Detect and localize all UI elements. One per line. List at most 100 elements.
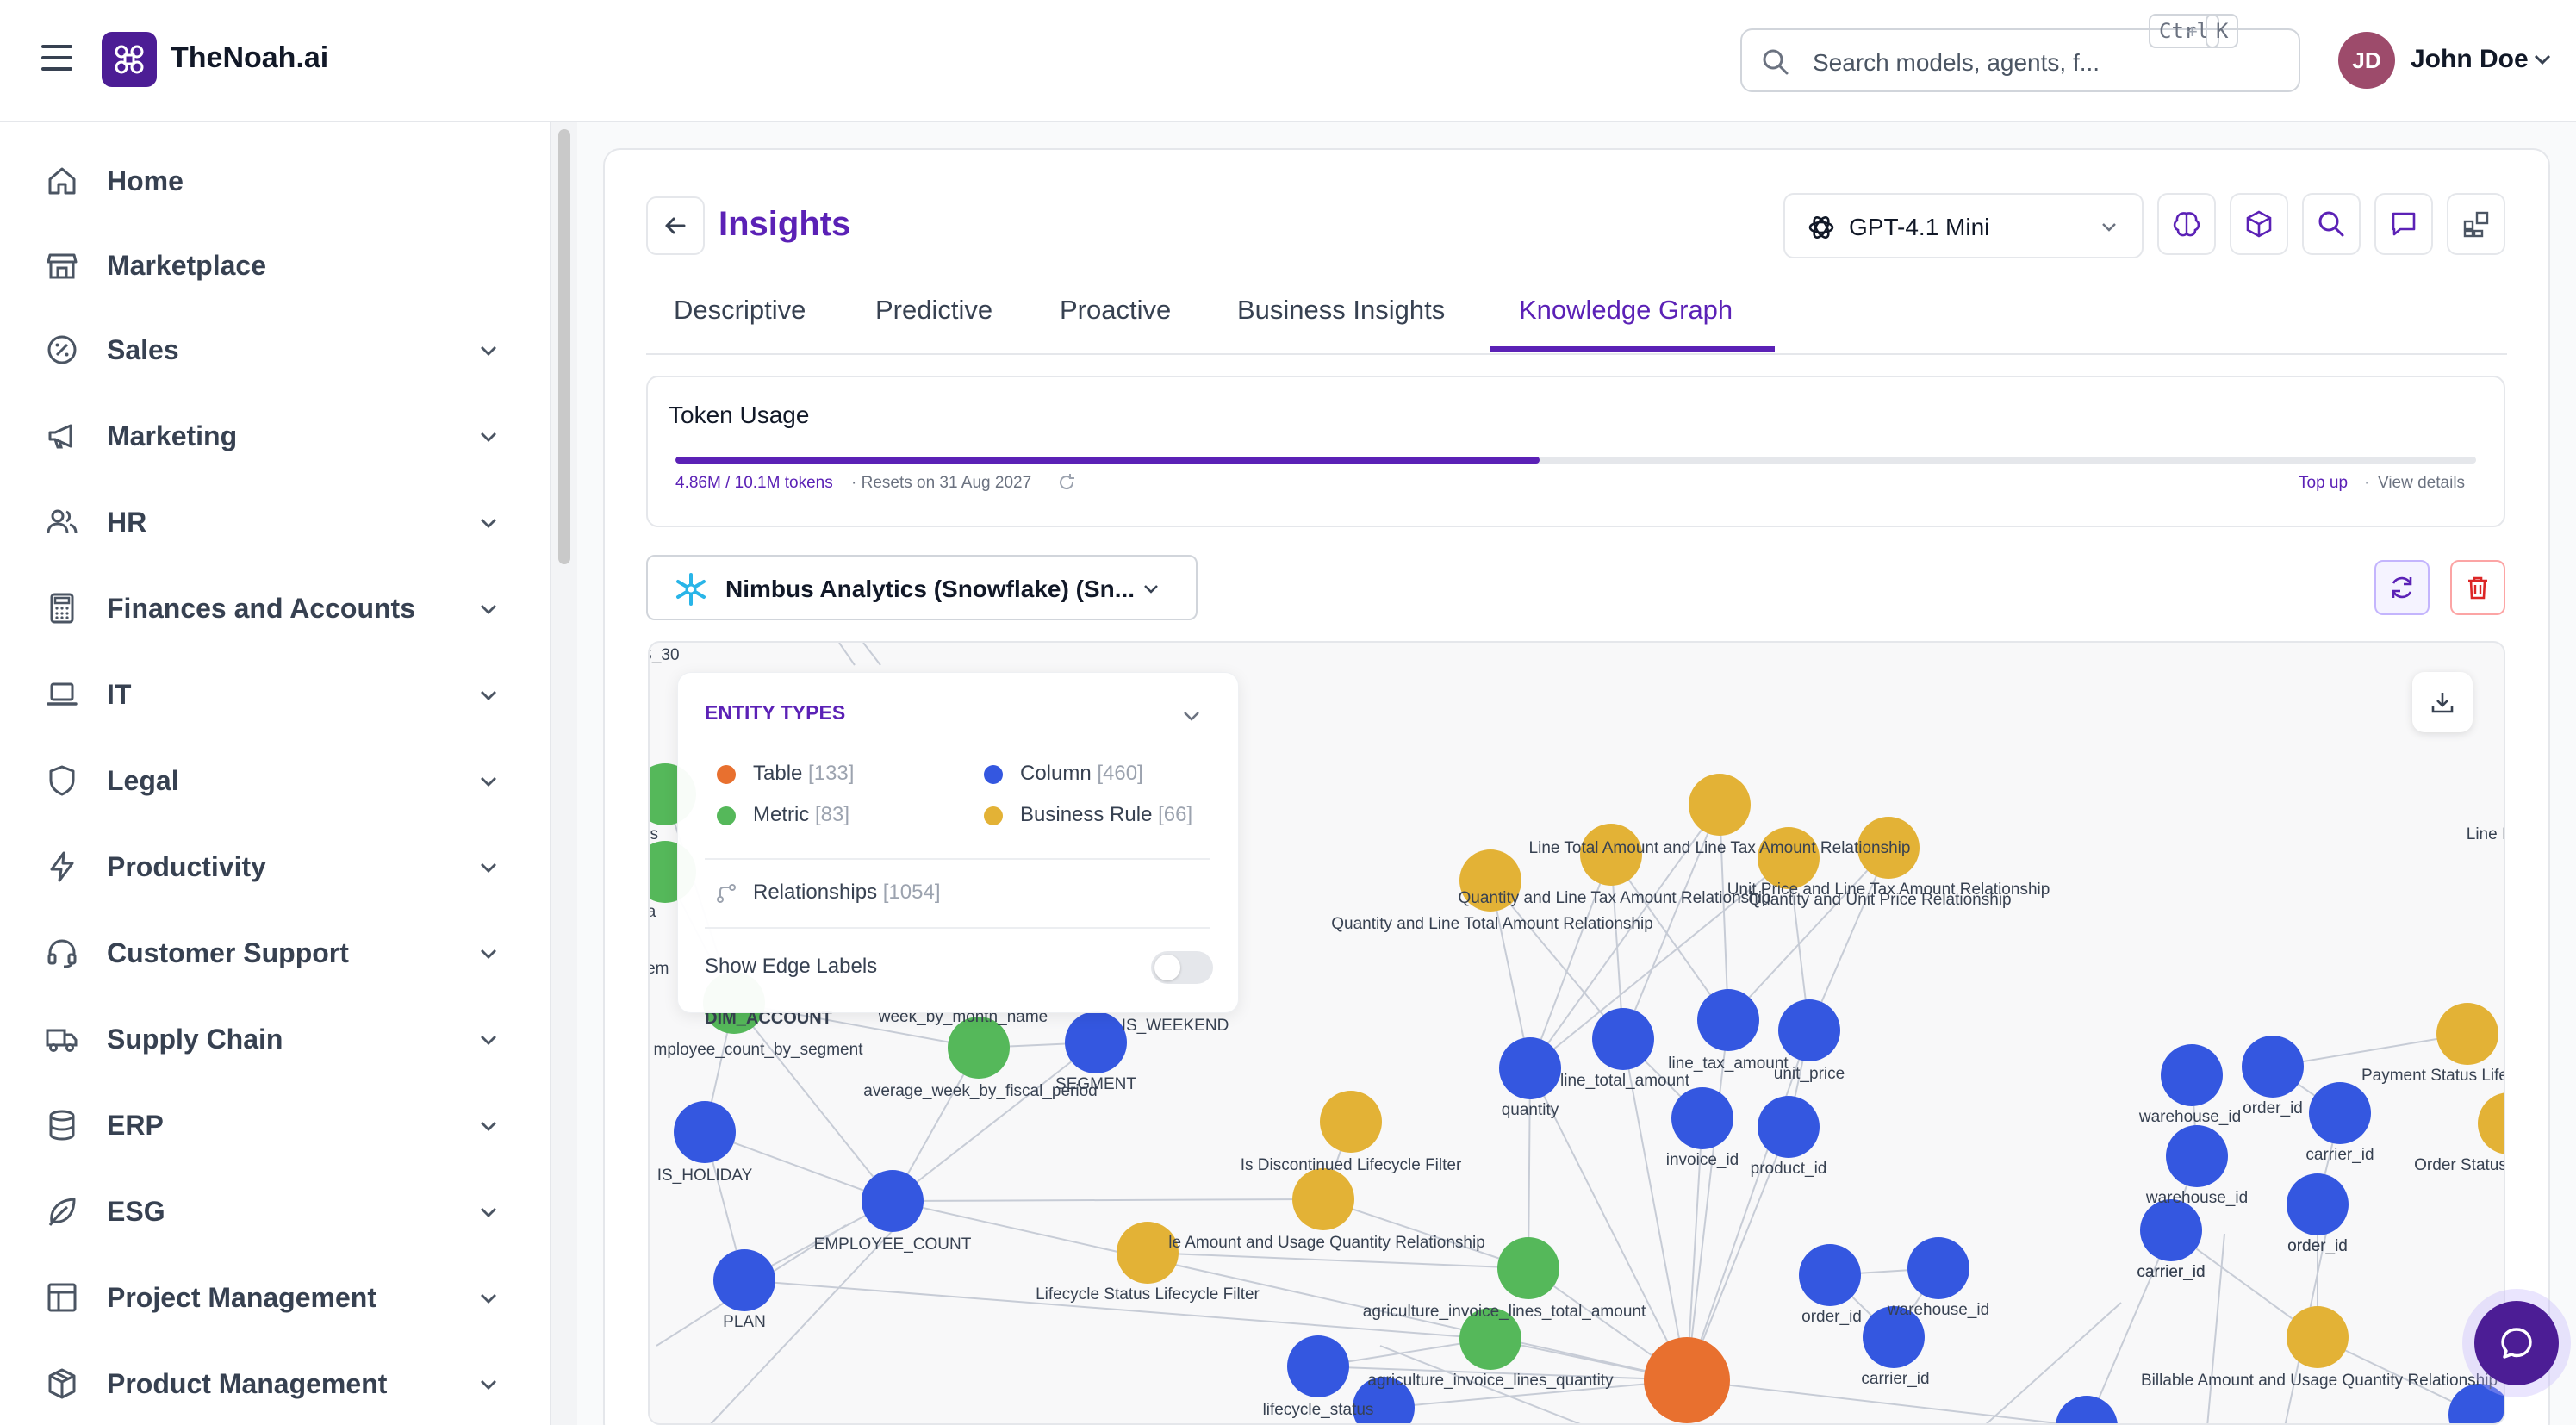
graph-label-ag-total: agriculture_invoice_lines_total_amount [1363,1303,1646,1321]
graph-node[interactable] [1689,774,1751,836]
graph-node[interactable] [2287,1306,2349,1368]
graph-node[interactable] [1592,1008,1654,1070]
tab-knowledge-graph[interactable]: Knowledge Graph [1519,295,1733,326]
chevron-down-icon[interactable] [477,426,500,448]
sidebar-item-productivity[interactable]: Productivity [0,832,551,901]
graph-node[interactable] [1320,1091,1382,1153]
user-name[interactable]: John Doe [2411,45,2529,74]
graph-node[interactable] [1671,1087,1733,1149]
delete-graph-button[interactable] [2450,560,2505,615]
tab-descriptive[interactable]: Descriptive [674,295,806,326]
search-button[interactable] [2302,193,2361,255]
graph-node[interactable] [1065,1011,1127,1073]
back-button[interactable] [646,196,705,255]
graph-node[interactable] [1497,1237,1559,1299]
sidebar-item-supply-chain[interactable]: Supply Chain [0,1005,551,1073]
sidebar-item-esg[interactable]: ESG [0,1177,551,1246]
refresh-graph-button[interactable] [2374,560,2430,615]
chevron-down-icon[interactable] [477,1201,500,1223]
chevron-down-icon [1144,585,1158,594]
chevron-down-icon[interactable] [477,684,500,706]
graph-node[interactable] [2140,1199,2202,1261]
graph-node[interactable] [1292,1168,1354,1230]
chat-bubble-icon [2501,1328,2532,1359]
graph-node[interactable] [2056,1396,2118,1425]
sidebar-item-product-management[interactable]: Product Management [0,1349,551,1418]
menu-icon[interactable] [41,45,76,76]
graph-label-line-l: Line I [2467,825,2505,843]
graph-node[interactable] [2287,1173,2349,1235]
sidebar-item-it[interactable]: IT [0,660,551,729]
chevron-down-icon[interactable] [477,856,500,879]
graph-node[interactable] [2166,1125,2228,1187]
graph-node[interactable] [1644,1337,1730,1423]
graph-node[interactable] [1697,989,1759,1051]
chevron-down-icon[interactable] [477,598,500,620]
refresh-icon[interactable] [1056,472,1077,493]
graph-node[interactable] [1287,1335,1349,1397]
legend-title[interactable]: ENTITY TYPES [705,701,845,725]
graph-label-carrier-id-b: carrier_id [2305,1146,2374,1164]
sidebar-item-erp[interactable]: ERP [0,1091,551,1160]
sidebar-item-marketplace[interactable]: Marketplace [0,231,551,300]
layout-button[interactable] [2447,193,2505,255]
graph-node[interactable] [1799,1244,1861,1306]
sidebar-item-finances-and-accounts[interactable]: Finances and Accounts [0,574,551,643]
cube-button[interactable] [2230,193,2288,255]
view-details-link[interactable]: View details [2378,474,2465,493]
graph-node[interactable] [2436,1003,2498,1065]
chevron-down-icon[interactable] [477,1029,500,1051]
top-up-link[interactable]: Top up [2299,474,2348,493]
graph-node[interactable] [1117,1222,1179,1284]
graph-node[interactable] [1778,999,1840,1061]
graph-node[interactable] [1907,1237,1969,1299]
graph-node[interactable] [2161,1044,2223,1106]
graph-label-amount-usage: le Amount and Usage Quantity Relationshi… [1168,1234,1485,1252]
chevron-down-icon[interactable] [1180,705,1203,727]
search-input[interactable]: Search models, agents, f... [1813,49,2100,77]
chevron-down-icon[interactable] [2531,48,2554,71]
download-button[interactable] [2412,672,2473,732]
logo-icon[interactable] [102,32,157,87]
sidebar-item-project-management[interactable]: Project Management [0,1263,551,1332]
sidebar-item-customer-support[interactable]: Customer Support [0,918,551,987]
sidebar-item-legal[interactable]: Legal [0,746,551,815]
chevron-down-icon[interactable] [477,943,500,965]
graph-node[interactable] [674,1101,736,1163]
tab-predictive[interactable]: Predictive [875,295,992,326]
graph-node[interactable] [1758,1096,1820,1158]
chevron-down-icon[interactable] [477,1287,500,1310]
chat-fab-button[interactable] [2474,1301,2559,1385]
sidebar-item-label: Supply Chain [107,1024,283,1055]
chat-button[interactable] [2374,193,2433,255]
edge-labels-toggle[interactable] [1151,951,1213,984]
sidebar-item-sales[interactable]: Sales [0,315,551,384]
chevron-down-icon[interactable] [477,770,500,793]
legend-count: [460] [1097,762,1143,785]
graph-node[interactable] [713,1249,775,1311]
graph-node[interactable] [1499,1037,1561,1099]
graph-node[interactable] [2242,1036,2304,1098]
megaphone-icon [48,424,72,449]
chevron-down-icon[interactable] [477,1115,500,1137]
datasource-select[interactable]: Nimbus Analytics (Snowflake) (Sn... [646,555,1198,620]
sidebar-scrollbar[interactable] [558,129,570,564]
sidebar-item-hr[interactable]: HR [0,488,551,557]
chevron-down-icon[interactable] [477,339,500,362]
graph-node[interactable] [2478,1092,2505,1154]
graph-node[interactable] [2309,1082,2371,1144]
chevron-down-icon[interactable] [477,512,500,534]
graph-node[interactable] [862,1170,924,1232]
avatar[interactable]: JD [2338,32,2395,89]
sidebar-item-home[interactable]: Home [0,146,551,215]
search-icon [1763,49,1789,75]
app-name[interactable]: TheNoah.ai [171,41,328,75]
tab-business-insights[interactable]: Business Insights [1237,295,1445,326]
sidebar-item-marketing[interactable]: Marketing [0,401,551,470]
brain-button[interactable] [2157,193,2216,255]
graph-node[interactable] [2448,1384,2505,1425]
chevron-down-icon[interactable] [477,1373,500,1396]
tab-proactive[interactable]: Proactive [1060,295,1171,326]
graph-label-is-weekend: IS_WEEKEND [1122,1017,1229,1035]
model-select[interactable]: GPT-4.1 Mini [1783,193,2144,258]
